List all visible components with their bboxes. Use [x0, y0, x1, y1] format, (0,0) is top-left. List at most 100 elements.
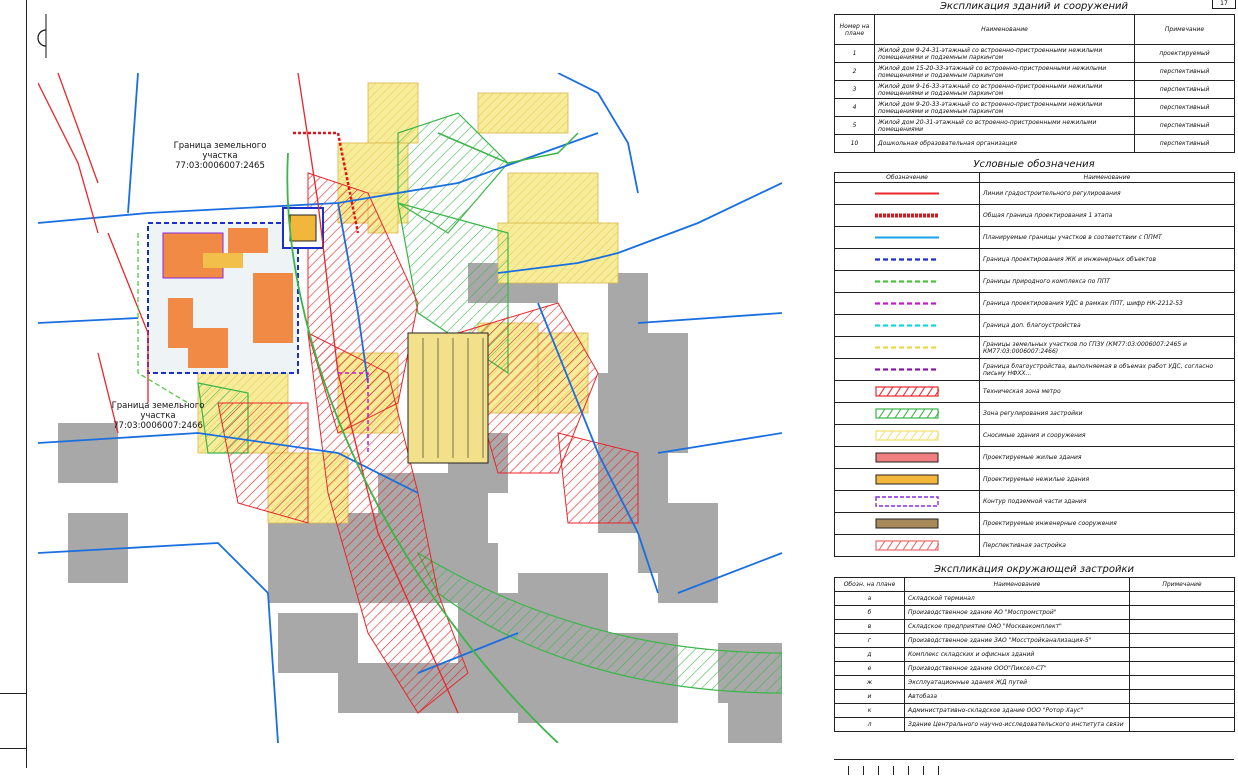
- legend-symbol: [834, 446, 980, 469]
- legend-row: Линии градостроительного регулирования: [834, 182, 1235, 205]
- legend-symbol-icon: [875, 540, 939, 551]
- legend-label: Граница благоустройства, выполняемая в о…: [979, 358, 1235, 381]
- surr-name: Производственное здание ЗАО "Мосстройкан…: [904, 633, 1130, 648]
- surr-code: к: [834, 703, 905, 718]
- sheet-border-left: [26, 0, 27, 768]
- legend-symbol: [834, 182, 980, 205]
- legend-label: Техническая зона метро: [979, 380, 1235, 403]
- surr-note: [1129, 703, 1235, 718]
- legend-symbol-icon: [875, 518, 939, 529]
- legend-symbol: [834, 248, 980, 271]
- surroundings-explication: Экспликация окружающей застройки Обозн. …: [834, 563, 1235, 732]
- building-name: Жилой дом 15-20-33-этажный со встроенно-…: [874, 62, 1135, 81]
- building-note: проектируемый: [1134, 44, 1235, 63]
- surr-name: Здание Центрального научно-исследователь…: [904, 717, 1130, 732]
- legend-row: Проектируемые жилые здания: [834, 446, 1235, 469]
- legend-label: Линии градостроительного регулирования: [979, 182, 1235, 205]
- legend-symbol: [834, 358, 980, 381]
- legend-row: Техническая зона метро: [834, 380, 1235, 403]
- legend-row: Планируемые границы участков в соответст…: [834, 226, 1235, 249]
- building-number: 4: [834, 98, 875, 117]
- building-number: 3: [834, 80, 875, 99]
- legend-row: Границы земельных участков по ГПЗУ (КМ77…: [834, 336, 1235, 359]
- legend-symbol: [834, 336, 980, 359]
- col-header-name: Наименование: [874, 14, 1135, 45]
- legend-symbol-icon: [875, 430, 939, 441]
- building-name: Жилой дом 20-31-этажный со встроенно-при…: [874, 116, 1135, 135]
- legend-symbol-icon: [875, 474, 939, 485]
- legend-panel: Условные обозначения Обозначение Наимено…: [834, 158, 1235, 557]
- legend-row: Перспективная застройка: [834, 534, 1235, 557]
- building-name: Жилой дом 9-16-33-этажный со встроенно-п…: [874, 80, 1135, 99]
- legend-row: Границы природного комплекса по ППТ: [834, 270, 1235, 293]
- table-row: г Производственное здание ЗАО "Мосстройка…: [834, 633, 1235, 648]
- surr-code: г: [834, 633, 905, 648]
- table-row: в Складское предприятие ОАО "Москвакомпле…: [834, 619, 1235, 634]
- surr-note: [1129, 717, 1235, 732]
- buildings-table: Номер на плане Наименование Примечание 1…: [834, 14, 1235, 153]
- surr-code: е: [834, 661, 905, 676]
- surr-note: [1129, 605, 1235, 620]
- surr-code: и: [834, 689, 905, 704]
- surr-name: Комплекс складских и офисных зданий: [904, 647, 1130, 662]
- legend-label: Граница проектирования ЖК и инженерных о…: [979, 248, 1235, 271]
- legend-row: Сносимые здания и сооружения: [834, 424, 1235, 447]
- legend-symbol-icon: [875, 452, 939, 463]
- legend-row: Граница проектирования УДС в рамках ППТ,…: [834, 292, 1235, 315]
- surr-code: б: [834, 605, 905, 620]
- table-row: е Производственное здание ООО"Пиксел-СТ": [834, 661, 1235, 676]
- legend-symbol: [834, 270, 980, 293]
- legend-symbol-icon: [875, 496, 939, 507]
- surr-note: [1129, 647, 1235, 662]
- legend-label: Контур подземной части здания: [979, 490, 1235, 513]
- legend-title: Условные обозначения: [973, 159, 1095, 170]
- legend-row: Граница проектирования ЖК и инженерных о…: [834, 248, 1235, 271]
- sheet-border-bottom: [0, 748, 27, 749]
- surr-note: [1129, 661, 1235, 676]
- surr-name: Эксплуатационные здания ЖД путей: [904, 675, 1130, 690]
- plot-label-2465: Граница земельного участка 77:03:0006007:2…: [173, 141, 267, 171]
- surr-code: а: [834, 591, 905, 606]
- table-row: б Производственное здание АО "Моспромстро…: [834, 605, 1235, 620]
- legend-symbol: [834, 204, 980, 227]
- legend-row: Граница благоустройства, выполняемая в о…: [834, 358, 1235, 381]
- legend-label: Планируемые границы участков в соответст…: [979, 226, 1235, 249]
- building-note: перспективный: [1134, 80, 1235, 99]
- table-row: 10 Дошкольная образовательная организация…: [834, 134, 1235, 153]
- legend-row: Проектируемые нежилые здания: [834, 468, 1235, 491]
- legend-symbol-icon: [875, 213, 939, 218]
- surr-note: [1129, 675, 1235, 690]
- legend-label: Перспективная застройка: [979, 534, 1235, 557]
- building-name: Жилой дом 9-24-31-этажный со встроенно-п…: [874, 44, 1135, 63]
- legend-label: Граница проектирования УДС в рамках ППТ,…: [979, 292, 1235, 315]
- site-plan-map[interactable]: Граница земельного участка 77:03:0006007:2…: [38, 73, 782, 743]
- col-header-note: Примечание: [1134, 14, 1235, 45]
- legend-symbol: [834, 380, 980, 403]
- buildings-explication: Экспликация зданий и сооружений Номер на…: [834, 0, 1235, 153]
- surr-name: Складское предприятие ОАО "Москвакомплек…: [904, 619, 1130, 634]
- table-row: ж Эксплуатационные здания ЖД путей: [834, 675, 1235, 690]
- legend-label: Границы земельных участков по ГПЗУ (КМ77…: [979, 336, 1235, 359]
- legend-label: Проектируемые нежилые здания: [979, 468, 1235, 491]
- legend-table: Обозначение Наименование Линии градостро…: [834, 172, 1235, 557]
- legend-label: Граница доп. благоустройства: [979, 314, 1235, 337]
- table-row: и Автобаза: [834, 689, 1235, 704]
- legend-symbol-icon: [875, 192, 939, 195]
- building-number: 2: [834, 62, 875, 81]
- north-arrow-icon: [37, 14, 47, 58]
- legend-label: Границы природного комплекса по ППТ: [979, 270, 1235, 293]
- surr-name: Производственное здание АО "Моспромстрой…: [904, 605, 1130, 620]
- legend-symbol-icon: [875, 280, 939, 283]
- surr-header-code: Обозн. на плане: [834, 577, 905, 592]
- drawing-sheet: Граница земельного участка 77:03:0006007:2…: [0, 0, 1238, 775]
- legend-symbol-icon: [875, 324, 939, 327]
- building-note: перспективный: [1134, 98, 1235, 117]
- legend-row: Граница доп. благоустройства: [834, 314, 1235, 337]
- surr-name: Автобаза: [904, 689, 1130, 704]
- legend-symbol: [834, 292, 980, 315]
- table-row: л Здание Центрального научно-исследовател…: [834, 717, 1235, 732]
- legend-label: Проектируемые инженерные сооружения: [979, 512, 1235, 535]
- surr-code: л: [834, 717, 905, 732]
- table-row: 4 Жилой дом 9-20-33-этажный со встроенно-…: [834, 98, 1235, 117]
- plot-label-2466: Граница земельного участка 77:03:0006007:2…: [111, 401, 205, 431]
